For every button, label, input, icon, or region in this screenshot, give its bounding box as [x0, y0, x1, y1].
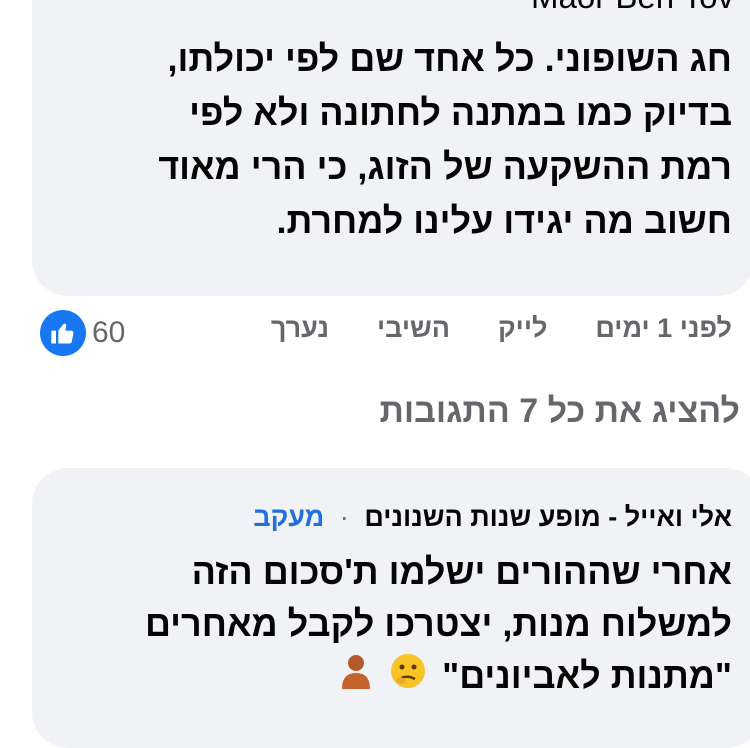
- comment-text-line: חג השופוני. כל אחד שם לפי יכולתו,: [167, 38, 732, 79]
- reply-text-fragment: "מתנות לאביונים": [442, 655, 732, 696]
- reply-header: אלי ואייל - מופע שנות השנונים · מעקב: [253, 502, 732, 533]
- reaction-summary[interactable]: 60: [40, 310, 125, 356]
- like-button[interactable]: לייק: [498, 313, 547, 344]
- reply-text: אחרי שההורים ישלמו ת'סכום הזה למשלוח מנו…: [72, 546, 732, 705]
- comment-author[interactable]: Maor Ben Tov: [531, 0, 734, 16]
- reply-button[interactable]: השיבי: [377, 313, 450, 344]
- comment-actions: לפני 1 ימים לייק השיבי נערך: [223, 313, 732, 344]
- like-thumb-icon: [40, 310, 86, 356]
- reply-text-line: למשלוח מנות, יצטרכו לקבל מאחרים: [144, 603, 732, 644]
- comment-text: חג השופוני. כל אחד שם לפי יכולתו, בדיוק …: [72, 32, 732, 248]
- comment-text-line: חשוב מה יגידו עלינו למחרת.: [276, 200, 732, 241]
- reply-text-line: אחרי שההורים ישלמו ת'סכום הזה: [191, 551, 732, 592]
- comment-timestamp[interactable]: לפני 1 ימים: [595, 313, 732, 344]
- view-all-replies-link[interactable]: להציג את כל 7 התגובות: [379, 392, 740, 431]
- person-icon: [338, 651, 374, 705]
- comment-bubble: Maor Ben Tov חג השופוני. כל אחד שם לפי י…: [32, 0, 750, 296]
- separator-dot: ·: [339, 502, 349, 532]
- edited-label[interactable]: נערך: [271, 313, 329, 344]
- comment-text-line: בדיוק כמו במתנה לחתונה ולא לפי: [189, 92, 732, 133]
- thinking-face-icon: [388, 651, 428, 705]
- comment-text-line: רמת ההשקעה של הזוג, כי הרי מאוד: [158, 146, 732, 187]
- reaction-count: 60: [92, 316, 126, 349]
- follow-button[interactable]: מעקב: [253, 502, 324, 532]
- reply-text-line: "מתנות לאביונים": [72, 650, 732, 705]
- reply-author[interactable]: אלי ואייל - מופע שנות השנונים: [364, 502, 732, 532]
- reply-bubble: אלי ואייל - מופע שנות השנונים · מעקב אחר…: [32, 468, 750, 748]
